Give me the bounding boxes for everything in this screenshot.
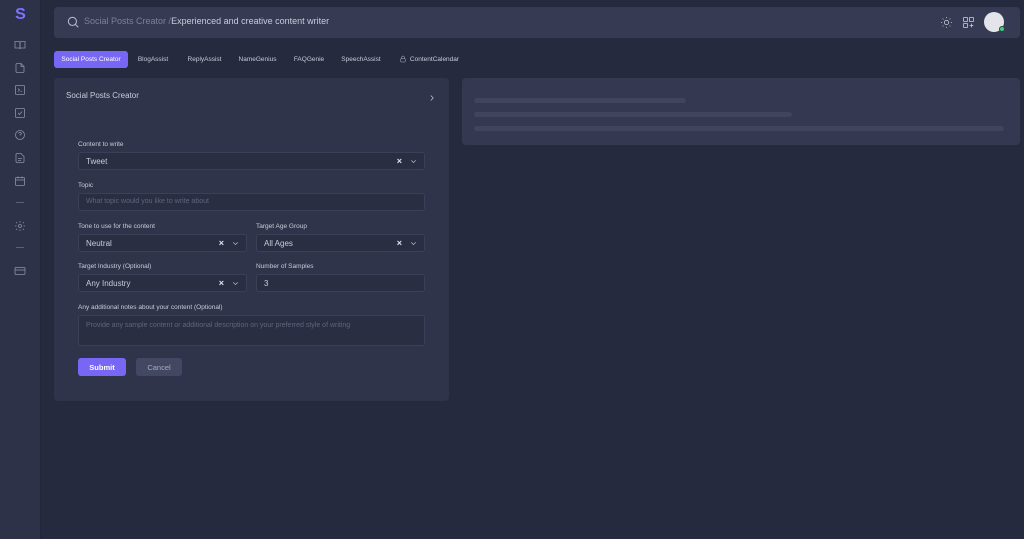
file-icon[interactable] (13, 61, 27, 75)
target-age-group-select[interactable]: All Ages × (256, 234, 425, 252)
clear-icon[interactable]: × (219, 278, 224, 288)
breadcrumb-parent[interactable]: Social Posts Creator (84, 16, 166, 26)
clear-icon[interactable]: × (219, 238, 224, 248)
tab-faqgenie[interactable]: FAQGenie (290, 51, 328, 68)
help-circle-icon[interactable] (13, 128, 27, 142)
chevron-right-icon[interactable] (427, 90, 437, 101)
target-industry-value: Any Industry (86, 279, 131, 288)
content-to-write-value: Tweet (86, 157, 108, 166)
clear-icon[interactable]: × (397, 156, 402, 166)
target-age-group-value: All Ages (264, 239, 293, 248)
tab-blogassist[interactable]: BlogAssist (132, 51, 174, 68)
tone-label: Tone to use for the content (78, 223, 155, 230)
credit-card-icon[interactable] (13, 264, 27, 278)
skeleton-line (474, 98, 686, 103)
content-to-write-select[interactable]: Tweet × (78, 152, 425, 170)
topic-input[interactable]: What topic would you like to write about (78, 193, 425, 211)
apps-grid-icon[interactable] (962, 16, 976, 30)
chevron-down-icon[interactable] (409, 157, 418, 166)
target-industry-label: Target Industry (Optional) (78, 263, 152, 270)
additional-notes-textarea[interactable] (78, 315, 425, 346)
number-of-samples-value: 3 (264, 279, 269, 288)
chevron-down-icon[interactable] (409, 239, 418, 248)
theme-toggle-sun-icon[interactable] (940, 16, 954, 30)
clear-icon[interactable]: × (397, 238, 402, 248)
sidebar: S (0, 0, 41, 539)
breadcrumb: Social Posts Creator /Experienced and cr… (84, 16, 329, 26)
sidebar-divider (16, 247, 24, 248)
number-of-samples-input[interactable]: 3 (256, 274, 425, 292)
tab-social-posts-creator[interactable]: Social Posts Creator (54, 51, 128, 68)
chevron-down-icon[interactable] (231, 279, 240, 288)
skeleton-line (474, 112, 792, 117)
tone-value: Neutral (86, 239, 112, 248)
social-posts-form-card: Social Posts Creator Content to write Tw… (54, 78, 449, 401)
skeleton-line (474, 126, 1004, 131)
tone-select[interactable]: Neutral × (78, 234, 247, 252)
output-loading-panel (462, 78, 1020, 145)
calendar-icon[interactable] (13, 174, 27, 188)
check-square-icon[interactable] (13, 106, 27, 120)
terminal-icon[interactable] (13, 83, 27, 97)
user-avatar[interactable] (984, 12, 1005, 32)
breadcrumb-current: Experienced and creative content writer (171, 16, 330, 26)
card-title: Social Posts Creator (66, 91, 139, 100)
submit-button[interactable]: Submit (78, 358, 126, 376)
top-bar: Social Posts Creator /Experienced and cr… (54, 7, 1020, 38)
tab-contentcalendar-label: ContentCalendar (409, 56, 460, 63)
tab-contentcalendar[interactable]: ContentCalendar (397, 51, 461, 68)
search-icon[interactable] (66, 15, 80, 29)
app-logo[interactable]: S (0, 6, 41, 24)
settings-icon[interactable] (13, 219, 27, 233)
tab-replyassist[interactable]: ReplyAssist (182, 51, 227, 68)
sidebar-divider (16, 202, 24, 203)
topic-label: Topic (78, 182, 94, 189)
online-status-dot (999, 26, 1005, 32)
book-open-icon[interactable] (13, 38, 27, 52)
cancel-button[interactable]: Cancel (136, 358, 182, 376)
chevron-down-icon[interactable] (231, 239, 240, 248)
additional-notes-label: Any additional notes about your content … (78, 304, 223, 311)
content-to-write-label: Content to write (78, 141, 124, 148)
tab-speechassist[interactable]: SpeechAssist (337, 51, 385, 68)
number-of-samples-label: Number of Samples (256, 263, 314, 270)
document-icon[interactable] (13, 151, 27, 165)
target-industry-select[interactable]: Any Industry × (78, 274, 247, 292)
tab-namegenius[interactable]: NameGenius (235, 51, 280, 68)
topic-placeholder: What topic would you like to write about (86, 198, 209, 205)
lock-icon (399, 55, 410, 65)
target-age-group-label: Target Age Group (256, 223, 307, 230)
